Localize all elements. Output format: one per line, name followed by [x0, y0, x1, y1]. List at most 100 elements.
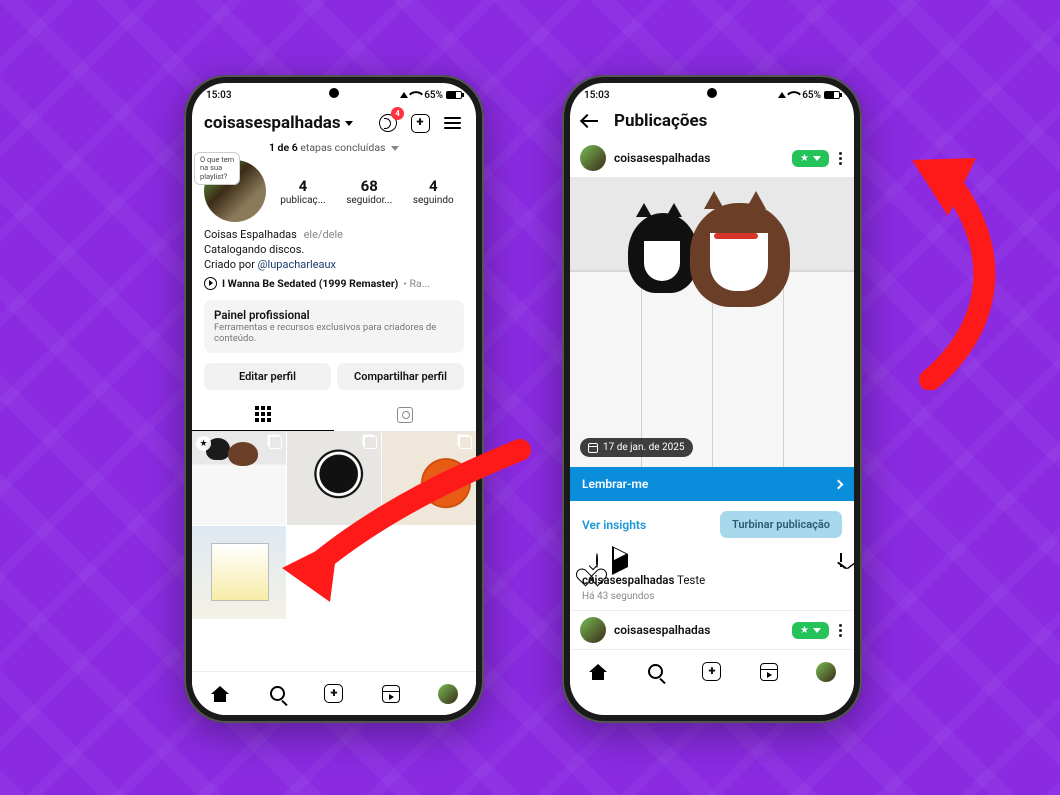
post-more-button[interactable]	[837, 624, 844, 637]
remind-me-button[interactable]: Lembrar-me	[570, 467, 854, 501]
post-more-button[interactable]	[837, 152, 844, 165]
camera-notch	[329, 88, 339, 98]
comment-button[interactable]	[596, 554, 598, 567]
panel-subtitle: Ferramentas e recursos exclusivos para c…	[214, 322, 454, 346]
avatar-small[interactable]	[580, 145, 606, 171]
stat-posts[interactable]: 4publicaç...	[280, 177, 325, 206]
bio-line: Catalogando discos.	[204, 243, 304, 256]
nav-reels[interactable]	[758, 661, 780, 683]
carousel-icon	[459, 436, 472, 449]
search-icon	[648, 664, 663, 679]
edit-profile-button[interactable]: Editar perfil	[204, 363, 331, 390]
nav-create[interactable]: +	[323, 683, 345, 705]
creator-link[interactable]: @lupacharleaux	[258, 258, 336, 271]
comment-icon	[596, 553, 598, 568]
clock: 15:03	[584, 90, 610, 101]
profile-music[interactable]: I Wanna Be Sedated (1999 Remaster) • Ra.…	[192, 273, 476, 296]
post-grid: ★	[192, 432, 476, 671]
play-icon	[204, 277, 217, 290]
post-username[interactable]: coisasespalhadas	[614, 623, 784, 637]
close-friends-button[interactable]: ★	[792, 150, 829, 167]
post-actions	[570, 548, 854, 571]
display-name: Coisas Espalhadas	[204, 228, 297, 241]
steps-done: 1 de 6	[269, 141, 298, 154]
clock: 15:03	[206, 90, 232, 101]
profile-tabs	[192, 398, 476, 432]
search-icon	[270, 686, 285, 701]
close-friends-button[interactable]: ★	[792, 622, 829, 639]
music-meta: • Ra...	[403, 277, 430, 290]
chevron-down-icon	[813, 156, 821, 161]
calendar-icon	[588, 443, 598, 453]
carousel-icon	[269, 436, 282, 449]
signal-icon	[400, 92, 408, 98]
battery-icon	[824, 91, 840, 99]
plus-icon: +	[702, 662, 721, 681]
caption-text: Teste	[677, 573, 705, 587]
next-post-author-row: coisasespalhadas ★	[570, 610, 854, 649]
nav-profile[interactable]	[815, 661, 837, 683]
panel-title: Painel profissional	[214, 308, 454, 322]
chevron-down-icon	[813, 628, 821, 633]
chevron-right-icon	[834, 479, 844, 489]
stat-following[interactable]: 4seguindo	[413, 177, 454, 206]
post-thumb-4[interactable]	[192, 526, 286, 619]
avatar-small[interactable]	[580, 617, 606, 643]
created-by-label: Criado por	[204, 258, 258, 271]
send-icon	[612, 546, 628, 575]
menu-button[interactable]	[440, 111, 464, 135]
battery-text: 65%	[424, 90, 443, 101]
reels-icon	[382, 685, 400, 703]
boost-button[interactable]: Turbinar publicação	[720, 511, 842, 538]
share-profile-button[interactable]: Compartilhar perfil	[337, 363, 464, 390]
post-username[interactable]: coisasespalhadas	[614, 151, 784, 165]
tab-tagged[interactable]	[334, 398, 476, 431]
post-header: Publicações	[570, 105, 854, 139]
story-note-bubble[interactable]: O que tem na sua playlist?	[194, 152, 240, 185]
battery-text: 65%	[802, 90, 821, 101]
nav-search[interactable]	[266, 683, 288, 705]
phone-profile: 15:03 65% coisasespalhadas 4 + 1 de 6 et…	[184, 75, 484, 723]
post-thumb-empty	[287, 526, 381, 619]
view-insights-link[interactable]: Ver insights	[582, 518, 646, 532]
tab-grid[interactable]	[192, 398, 334, 431]
steps-label: etapas concluídas	[300, 141, 385, 154]
camera-notch	[707, 88, 717, 98]
wifi-icon	[789, 89, 799, 102]
profile-header: coisasespalhadas 4 +	[192, 105, 476, 139]
bottom-nav: +	[570, 649, 854, 693]
professional-panel[interactable]: Painel profissional Ferramentas e recurs…	[204, 300, 464, 354]
nav-reels[interactable]	[380, 683, 402, 705]
post-thumb-3[interactable]	[382, 432, 476, 525]
star-icon: ★	[800, 153, 809, 164]
username-text: coisasespalhadas	[204, 113, 341, 133]
pronouns: ele/dele	[304, 228, 343, 241]
bio: Coisas Espalhadas ele/dele Catalogando d…	[192, 228, 476, 273]
threads-badge: 4	[391, 107, 404, 120]
post-image[interactable]: 17 de jan. de 2025	[570, 177, 854, 467]
nav-home[interactable]	[587, 661, 609, 683]
nav-profile[interactable]	[437, 683, 459, 705]
home-icon	[589, 664, 607, 680]
nav-home[interactable]	[209, 683, 231, 705]
stat-followers[interactable]: 68seguidor...	[346, 177, 392, 206]
nav-create[interactable]: +	[701, 661, 723, 683]
pinned-icon: ★	[196, 436, 211, 451]
post-thumb-2[interactable]	[287, 432, 381, 525]
back-button[interactable]	[582, 114, 600, 128]
avatar[interactable]: O que tem na sua playlist?	[204, 160, 266, 222]
username-dropdown[interactable]: coisasespalhadas	[204, 113, 353, 133]
share-button[interactable]	[612, 554, 628, 567]
nav-search[interactable]	[644, 661, 666, 683]
post-thumb-1[interactable]: ★	[192, 432, 286, 525]
post-author-row: coisasespalhadas ★	[570, 139, 854, 177]
plus-icon: +	[324, 684, 343, 703]
profile-avatar-small	[438, 684, 458, 704]
create-button[interactable]: +	[408, 111, 432, 135]
tagged-icon	[397, 407, 413, 423]
save-button[interactable]	[840, 554, 842, 567]
profile-avatar-small	[816, 662, 836, 682]
threads-button[interactable]: 4	[376, 111, 400, 135]
bottom-nav: +	[192, 671, 476, 715]
wifi-icon	[411, 89, 421, 102]
